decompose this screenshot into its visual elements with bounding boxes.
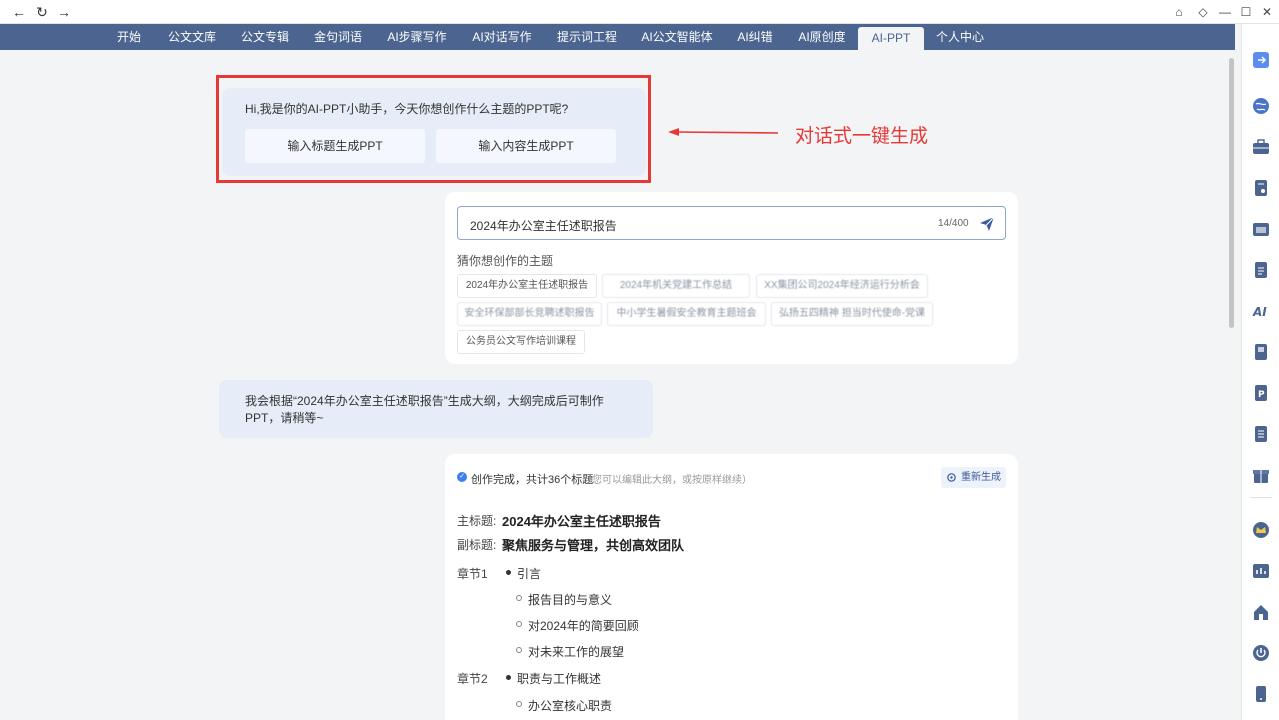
- tab-personal-center[interactable]: 个人中心: [930, 24, 990, 50]
- send-icon[interactable]: [978, 215, 996, 233]
- tab-ai-step-writing[interactable]: AI步骤写作: [379, 24, 455, 50]
- back-icon[interactable]: ←: [10, 3, 28, 21]
- tab-doc-album[interactable]: 公文专辑: [233, 24, 297, 50]
- topic-chip[interactable]: 弘扬五四精神 担当时代使命-党课: [771, 302, 933, 326]
- globe-icon[interactable]: [1252, 97, 1270, 115]
- extension-icon[interactable]: ◇: [1194, 3, 1212, 21]
- tab-ai-originality[interactable]: AI原创度: [790, 24, 854, 50]
- tab-ai-agent[interactable]: AI公文智能体: [634, 24, 720, 50]
- section-item[interactable]: 报告目的与意义: [528, 591, 612, 608]
- annotation-arrow-icon: [668, 128, 779, 136]
- section-item[interactable]: 对2024年的简要回顾: [528, 617, 639, 634]
- chapter-label: 章节2: [457, 672, 488, 686]
- doc-icon[interactable]: [1252, 179, 1270, 197]
- close-icon[interactable]: ✕: [1258, 3, 1276, 21]
- svg-text:AI: AI: [1252, 305, 1267, 319]
- suggested-topics-title: 猜你想创作的主题: [457, 254, 554, 268]
- topic-input[interactable]: 2024年办公室主任述职报告 14/400: [457, 206, 1006, 240]
- book-icon[interactable]: [1252, 343, 1270, 361]
- ai-icon[interactable]: AI: [1252, 302, 1270, 320]
- assistant-reply-bubble: 我会根据“2024年办公室主任述职报告”生成大纲，大纲完成后可制作PPT，请稍等…: [219, 380, 653, 438]
- sidebar-divider: [1250, 497, 1272, 498]
- check-icon: ✓: [457, 472, 467, 482]
- toolbox-icon[interactable]: [1252, 138, 1270, 156]
- svg-text:P: P: [1258, 390, 1265, 400]
- subtitle-label: 副标题:: [457, 538, 497, 552]
- gift-icon[interactable]: [1252, 466, 1270, 484]
- topic-input-card: 2024年办公室主任述职报告 14/400 猜你想创作的主题 2024年办公室主…: [445, 192, 1018, 364]
- tab-ai-chat-writing[interactable]: AI对话写作: [464, 24, 540, 50]
- regenerate-button[interactable]: 重新生成: [941, 467, 1006, 488]
- list-icon[interactable]: [1252, 425, 1270, 443]
- crown-icon[interactable]: [1252, 521, 1270, 539]
- home-icon[interactable]: ⌂: [1170, 3, 1188, 21]
- bullet-icon: [506, 570, 511, 575]
- tab-ai-ppt[interactable]: AI-PPT: [858, 27, 924, 50]
- annotation-label: 对话式一键生成: [795, 126, 929, 147]
- tab-prompt-engineering[interactable]: 提示词工程: [549, 24, 625, 50]
- reload-icon[interactable]: ↻: [33, 3, 51, 21]
- section-item[interactable]: 对未来工作的展望: [528, 643, 624, 660]
- chapter-label: 章节1: [457, 567, 488, 581]
- section-item[interactable]: 办公室核心职责: [528, 697, 612, 714]
- main-title-label: 主标题:: [457, 514, 497, 528]
- bullet-icon: [516, 595, 522, 601]
- bullet-icon: [516, 701, 522, 707]
- tab-doc-library[interactable]: 公文文库: [160, 24, 224, 50]
- phone-icon[interactable]: [1252, 685, 1270, 703]
- topic-chip[interactable]: 中小学生暑假安全教育主题班会: [607, 302, 766, 326]
- topic-chip[interactable]: 2024年机关党建工作总结: [602, 274, 750, 298]
- topic-chip[interactable]: 公务员公文写作培训课程: [457, 330, 585, 354]
- char-count: 14/400: [938, 218, 969, 229]
- bullet-icon: [516, 621, 522, 627]
- chart-icon[interactable]: [1252, 562, 1270, 580]
- forward-icon[interactable]: →: [55, 3, 73, 21]
- tab-ai-proofread[interactable]: AI纠错: [729, 24, 781, 50]
- chapter-title[interactable]: 职责与工作概述: [517, 670, 601, 687]
- bullet-icon: [506, 675, 511, 680]
- main-nav: 开始 公文文库 公文专辑 金句词语 AI步骤写作 AI对话写作 提示词工程 AI…: [0, 24, 1235, 50]
- subtitle[interactable]: 聚焦服务与管理，共创高效团队: [502, 535, 684, 554]
- assistant-reply-text: 我会根据“2024年办公室主任述职报告”生成大纲，大纲完成后可制作PPT，请稍等…: [245, 394, 604, 425]
- outline-hint: （您可以编辑此大纲，或按原样继续）: [582, 475, 752, 486]
- outline-status: 创作完成，共计36个标题: [471, 474, 594, 486]
- tab-start[interactable]: 开始: [107, 24, 151, 50]
- minimize-icon[interactable]: —: [1216, 3, 1234, 21]
- home-icon[interactable]: [1252, 603, 1270, 621]
- topic-input-value[interactable]: 2024年办公室主任述职报告: [470, 217, 617, 234]
- ppt-icon[interactable]: P: [1252, 384, 1270, 402]
- maximize-icon[interactable]: ☐: [1237, 3, 1255, 21]
- power-icon[interactable]: [1252, 644, 1270, 662]
- browser-toolbar: ← ↻ → ⌂ ◇ — ☐ ✕: [0, 0, 1279, 24]
- scrollbar-thumb[interactable]: [1229, 58, 1234, 328]
- login-icon[interactable]: [1252, 51, 1270, 69]
- highlight-box: [216, 75, 651, 183]
- topic-chip[interactable]: 安全环保部部长竞聘述职报告: [457, 302, 602, 326]
- chapter-title[interactable]: 引言: [517, 565, 541, 582]
- topic-chip[interactable]: XX集团公司2024年经济运行分析会: [756, 274, 928, 298]
- bullet-icon: [516, 647, 522, 653]
- tab-golden-phrases[interactable]: 金句词语: [306, 24, 370, 50]
- refresh-icon: [947, 473, 956, 482]
- topic-chip[interactable]: 2024年办公室主任述职报告: [457, 274, 597, 298]
- write-icon[interactable]: [1252, 261, 1270, 279]
- right-sidebar: AI P: [1241, 24, 1279, 720]
- outline-card: ✓ 创作完成，共计36个标题 （您可以编辑此大纲，或按原样继续） 重新生成 主标…: [445, 454, 1018, 720]
- regenerate-label: 重新生成: [961, 472, 1001, 483]
- main-title[interactable]: 2024年办公室主任述职报告: [502, 511, 661, 530]
- template-icon[interactable]: [1252, 220, 1270, 238]
